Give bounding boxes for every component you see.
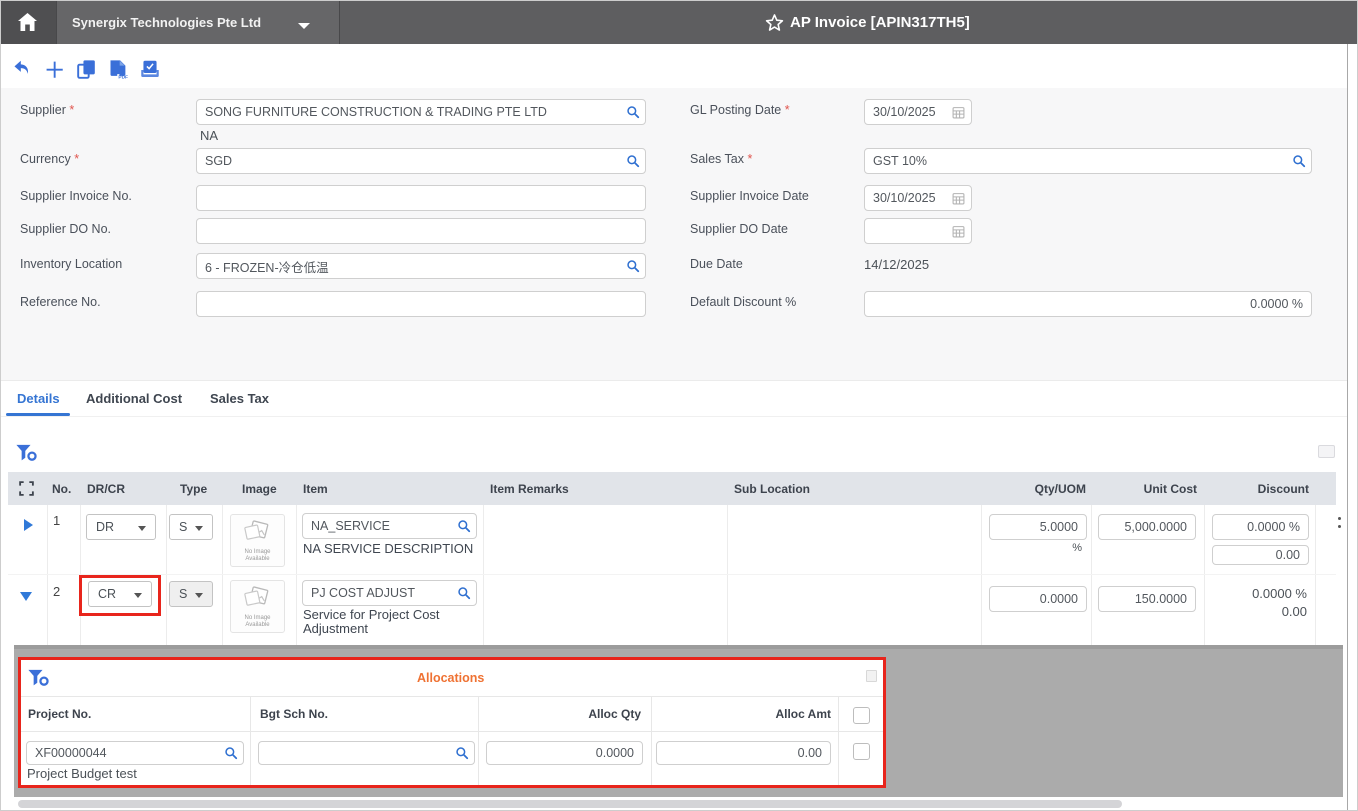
svg-text:PDF: PDF bbox=[118, 75, 128, 80]
